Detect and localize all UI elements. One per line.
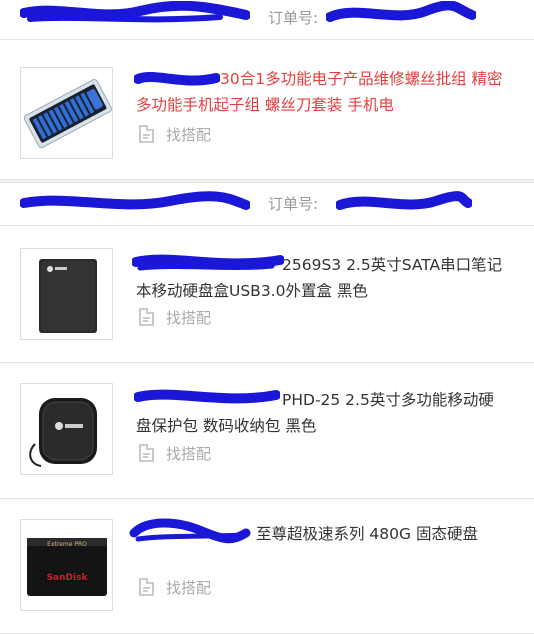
order-number-label: 订单号: [268,195,319,213]
ssd-icon: Extreme PRO SanDisk [21,520,112,610]
redaction-scribble [132,254,284,271]
product-thumbnail[interactable]: Extreme PRO SanDisk [20,519,113,611]
find-match-button[interactable]: 找搭配 [136,305,211,329]
product-thumbnail[interactable] [20,248,113,340]
match-icon [139,578,154,596]
find-match-label: 找搭配 [166,125,212,144]
find-match-label: 找搭配 [166,308,212,327]
order-item[interactable]: Extreme PRO SanDisk 至尊超极速系列 480G 固态硬盘 找搭… [0,499,534,634]
order-item[interactable]: 30合1多功能电子产品维修螺丝批组 精密多功能手机起子组 螺丝刀套装 手机电 找… [0,40,534,180]
find-match-label: 找搭配 [166,444,212,463]
hdd-case-icon [21,384,112,474]
redaction-scribble [20,191,250,210]
redaction-scribble [129,518,251,544]
screwdriver-kit-icon [21,68,112,158]
order-item[interactable]: 2569S3 2.5英寸SATA串口笔记本移动硬盘盒USB3.0外置盒 黑色 找… [0,226,534,363]
product-thumbnail[interactable] [20,67,113,159]
order-number-label: 订单号: [268,9,319,27]
find-match-button[interactable]: 找搭配 [136,441,211,465]
find-match-button[interactable]: 找搭配 [136,122,211,146]
redaction-scribble [20,1,250,23]
order-header-1: 订单号: [0,0,534,40]
redaction-scribble [326,1,476,22]
product-thumbnail[interactable] [20,383,113,475]
order-header-2: 订单号: [0,182,534,226]
brand-logo: SanDisk [47,573,89,583]
find-match-button[interactable]: 找搭配 [136,575,211,599]
hdd-enclosure-icon [21,249,112,339]
match-icon [139,308,154,326]
redaction-scribble [134,389,280,404]
redaction-scribble [336,191,472,210]
redaction-scribble [134,71,220,86]
match-icon [139,125,154,143]
svg-text:Extreme PRO: Extreme PRO [47,541,87,548]
match-icon [139,444,154,462]
find-match-label: 找搭配 [166,578,212,597]
order-item[interactable]: PHD-25 2.5英寸多功能移动硬盘保护包 数码收纳包 黑色 找搭配 [0,363,534,499]
